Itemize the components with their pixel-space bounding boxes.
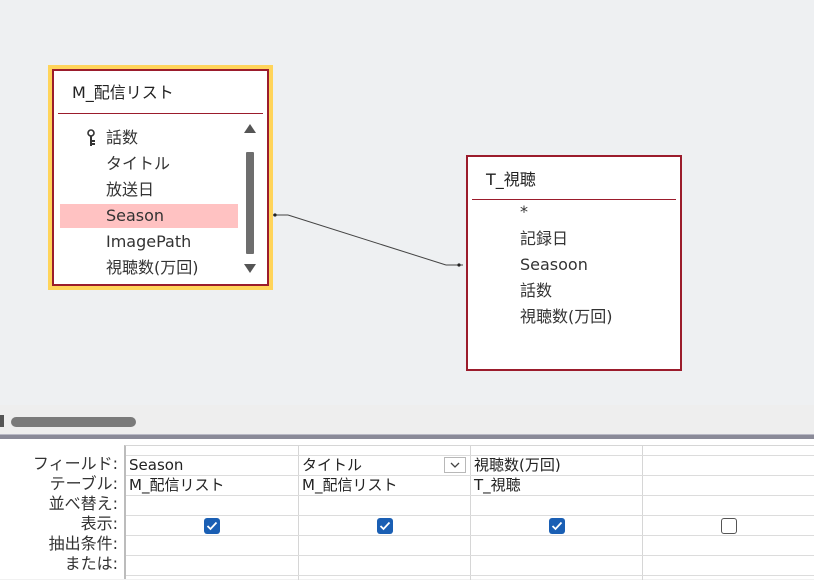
field-cell[interactable]: タイトル xyxy=(299,455,442,475)
field-item[interactable]: 話数 xyxy=(474,279,674,303)
field-item-selected[interactable]: Season xyxy=(60,204,238,228)
table-title-divider xyxy=(58,113,263,114)
chevron-down-icon xyxy=(450,462,460,468)
row-label-table: テーブル: xyxy=(49,474,118,493)
field-dropdown-button[interactable] xyxy=(444,457,466,473)
field-label: Season xyxy=(106,206,165,225)
table-title[interactable]: M_配信リスト xyxy=(54,71,267,113)
field-label: 話数 xyxy=(520,281,553,300)
row-label-show: 表示: xyxy=(80,514,118,533)
field-item[interactable]: 視聴数(万回) xyxy=(474,305,674,329)
field-item[interactable]: ImagePath xyxy=(60,230,238,254)
field-label: 話数 xyxy=(106,128,139,147)
field-label: 視聴数(万回) xyxy=(106,258,199,277)
grid-row-divider xyxy=(126,515,814,516)
grid-row-divider xyxy=(126,495,814,496)
table-title[interactable]: T_視聴 xyxy=(468,157,680,199)
table-cell[interactable]: M_配信リスト xyxy=(126,475,297,495)
field-label: タイトル xyxy=(106,154,171,173)
design-pane-hscrollbar[interactable] xyxy=(0,405,814,434)
scroll-left-arrow-icon[interactable] xyxy=(0,415,4,427)
table-cell[interactable] xyxy=(643,475,814,495)
primary-key-icon xyxy=(87,129,95,146)
row-label-sort: 並べ替え: xyxy=(48,494,118,513)
table-t-shichou[interactable]: T_視聴 * 記録日 Seasoon 話数 視聴数(万回) xyxy=(466,155,682,371)
hscrollbar-thumb[interactable] xyxy=(11,417,136,427)
field-item[interactable]: 放送日 xyxy=(60,178,238,202)
grid-row-divider xyxy=(126,535,814,536)
field-list-scrollbar[interactable] xyxy=(242,119,258,279)
field-cell[interactable]: Season xyxy=(126,455,297,475)
grid-body: Season M_配信リスト タイトル M_配信リスト 視聴数(万回) T_視聴 xyxy=(124,445,814,580)
checkmark-icon xyxy=(379,521,391,531)
show-checkbox[interactable] xyxy=(204,518,220,534)
checkmark-icon xyxy=(551,521,563,531)
field-label: * xyxy=(520,202,528,221)
scroll-up-arrow-icon[interactable] xyxy=(244,124,256,133)
grid-row-divider xyxy=(126,575,814,576)
grid-row-divider xyxy=(126,555,814,556)
field-item[interactable]: 話数 xyxy=(60,126,238,150)
scroll-down-arrow-icon[interactable] xyxy=(244,264,256,273)
field-cell[interactable] xyxy=(643,455,814,475)
query-design-grid: フィールド: テーブル: 並べ替え: 表示: 抽出条件: または: Season… xyxy=(0,439,814,580)
table-design-pane[interactable]: M_配信リスト 話数 タイトル 放送日 Season ImagePath 視聴数… xyxy=(0,0,814,405)
field-item[interactable]: 記録日 xyxy=(474,227,674,251)
show-checkbox[interactable] xyxy=(377,518,393,534)
checkmark-icon xyxy=(206,521,218,531)
table-cell[interactable]: T_視聴 xyxy=(471,475,642,495)
row-label-or: または: xyxy=(64,554,118,573)
field-label: 視聴数(万回) xyxy=(520,307,613,326)
show-checkbox[interactable] xyxy=(721,518,737,534)
field-cell[interactable]: 視聴数(万回) xyxy=(471,455,642,475)
row-label-field: フィールド: xyxy=(32,454,118,473)
field-label: 記録日 xyxy=(520,229,569,248)
field-label: ImagePath xyxy=(106,232,192,251)
grid-row-labels: フィールド: テーブル: 並べ替え: 表示: 抽出条件: または: xyxy=(0,439,124,579)
field-label: Seasoon xyxy=(520,255,588,274)
row-label-criteria: 抽出条件: xyxy=(48,534,118,553)
table-cell[interactable]: M_配信リスト xyxy=(299,475,470,495)
field-item[interactable]: * xyxy=(474,200,674,224)
field-label: 放送日 xyxy=(106,180,155,199)
scrollbar-thumb[interactable] xyxy=(246,152,254,254)
field-item[interactable]: タイトル xyxy=(60,152,238,176)
field-item[interactable]: 視聴数(万回) xyxy=(60,256,238,280)
field-item[interactable]: Seasoon xyxy=(474,253,674,277)
table-m-haishin-list[interactable]: M_配信リスト 話数 タイトル 放送日 Season ImagePath 視聴数… xyxy=(52,69,269,286)
show-checkbox[interactable] xyxy=(549,518,565,534)
